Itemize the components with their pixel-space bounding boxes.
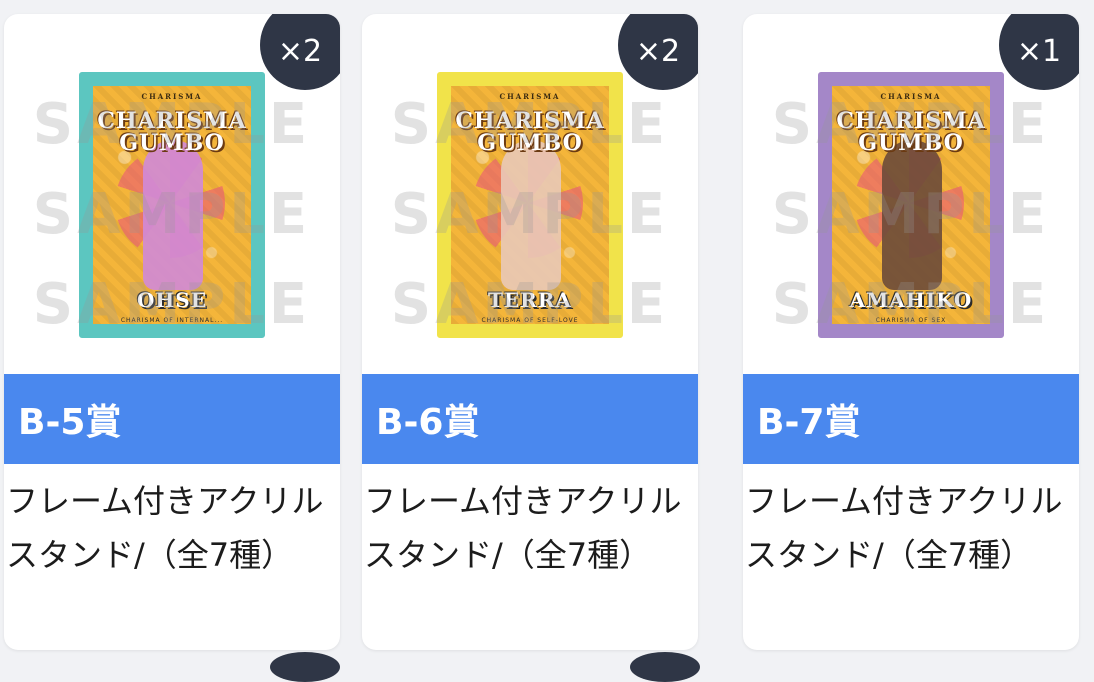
character-subtitle: CHARISMA OF SEX	[875, 317, 947, 324]
prize-rank-label: B-6賞	[376, 402, 480, 443]
product-logo: CHARISMA CHARISMA GUMBO	[824, 86, 998, 154]
prize-description: フレーム付きアクリルスタンド/（全7種）	[745, 482, 1063, 574]
prize-description: フレーム付きアクリルスタンド/（全7種）	[364, 482, 682, 574]
character-name: AMAHIKO	[849, 288, 973, 312]
prize-card-b6[interactable]: CHARISMA CHARISMA GUMBO TERRA CHARISMA O…	[362, 14, 698, 650]
logo-line2: GUMBO	[858, 130, 964, 156]
prize-rank-bar: B-5賞	[4, 374, 340, 464]
character-figure	[882, 140, 942, 290]
logo-top-text: CHARISMA	[499, 92, 561, 101]
character-subtitle: CHARISMA OF SELF-LOVE	[481, 317, 579, 324]
product-logo: CHARISMA CHARISMA GUMBO	[85, 86, 259, 154]
character-figure	[501, 140, 561, 290]
character-figure	[143, 140, 203, 290]
character-subtitle: CHARISMA OF INTERNAL...	[120, 317, 224, 324]
prize-rank-bar: B-6賞	[362, 374, 698, 464]
logo-line2: GUMBO	[477, 130, 583, 156]
next-row-badge-peek	[630, 652, 700, 682]
acrylic-stand-image: CHARISMA CHARISMA GUMBO TERRA CHARISMA O…	[437, 72, 623, 338]
next-row-badge-peek	[270, 652, 340, 682]
logo-top-text: CHARISMA	[880, 92, 942, 101]
product-logo: CHARISMA CHARISMA GUMBO	[443, 86, 617, 154]
prize-rank-label: B-7賞	[757, 402, 861, 443]
logo-top-text: CHARISMA	[141, 92, 203, 101]
prize-description: フレーム付きアクリルスタンド/（全7種）	[6, 482, 324, 574]
prize-rank-label: B-5賞	[18, 402, 122, 443]
prize-rank-bar: B-7賞	[743, 374, 1079, 464]
logo-line2: GUMBO	[119, 130, 225, 156]
character-name: OHSE	[136, 288, 207, 312]
prize-card-b7[interactable]: CHARISMA CHARISMA GUMBO AMAHIKO CHARISMA…	[743, 14, 1079, 650]
acrylic-stand-image: CHARISMA CHARISMA GUMBO OHSE CHARISMA OF…	[79, 72, 265, 338]
character-name: TERRA	[488, 288, 572, 312]
acrylic-stand-image: CHARISMA CHARISMA GUMBO AMAHIKO CHARISMA…	[818, 72, 1004, 338]
prize-card-b5[interactable]: CHARISMA CHARISMA GUMBO OHSE CHARISMA OF…	[4, 14, 340, 650]
